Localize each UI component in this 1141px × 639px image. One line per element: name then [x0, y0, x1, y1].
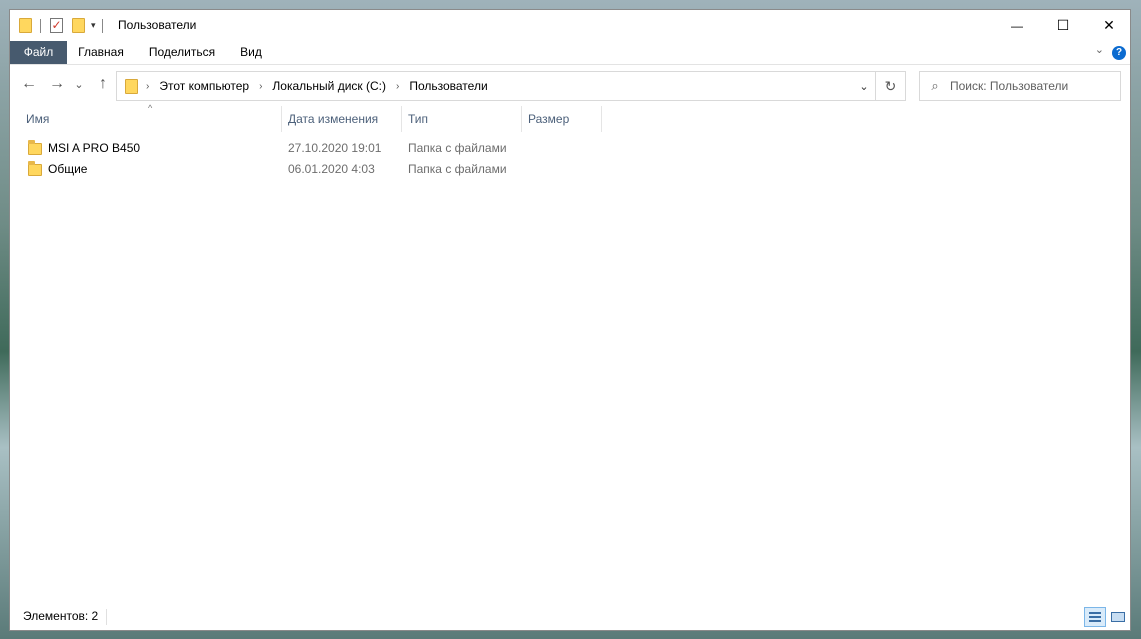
- tab-view[interactable]: Вид: [234, 41, 268, 64]
- file-name-cell: MSI A PRO B450: [28, 138, 140, 159]
- file-name: MSI A PRO B450: [48, 141, 141, 155]
- column-header-size[interactable]: Размер: [522, 106, 602, 132]
- large-icons-view-button[interactable]: [1107, 607, 1129, 627]
- status-bar: Элементов: 2: [10, 604, 1130, 630]
- refresh-button[interactable]: ↻: [875, 72, 905, 100]
- address-history-dropdown[interactable]: ⌄: [853, 72, 875, 100]
- forward-arrow-icon: →: [49, 75, 65, 92]
- details-view-icon: [1089, 612, 1101, 622]
- tab-file[interactable]: Файл: [10, 41, 67, 64]
- breadcrumb-local-disk[interactable]: Локальный диск (C:): [272, 79, 386, 93]
- location-folder-icon: [125, 78, 138, 94]
- back-button[interactable]: ←: [18, 71, 40, 97]
- minimize-button[interactable]: —: [994, 10, 1040, 41]
- details-view-button[interactable]: [1084, 607, 1106, 627]
- file-date: 06.01.2020 4:03: [288, 162, 375, 176]
- maximize-icon: ☐: [1056, 17, 1070, 33]
- file-date: 27.10.2020 19:01: [288, 141, 382, 155]
- close-icon: ✕: [1103, 17, 1115, 33]
- recent-locations-button[interactable]: ⌄: [72, 71, 86, 97]
- file-name: Общие: [48, 162, 88, 176]
- file-row[interactable]: Общие 06.01.2020 4:03 Папка с файлами: [24, 159, 524, 180]
- forward-button[interactable]: →: [46, 71, 68, 97]
- large-icons-view-icon: [1111, 612, 1125, 622]
- new-folder-icon[interactable]: [72, 18, 85, 33]
- tab-home[interactable]: Главная: [72, 41, 130, 64]
- folder-icon: [28, 160, 42, 176]
- expand-ribbon-icon[interactable]: ⌄: [1095, 43, 1104, 56]
- column-header-date[interactable]: Дата изменения: [282, 106, 402, 132]
- title-bar: ✓ ▾ Пользователи — ☐ ✕: [10, 10, 1130, 41]
- column-headers: Имя Дата изменения Тип Размер: [10, 106, 1130, 132]
- chevron-right-icon[interactable]: ›: [259, 81, 262, 92]
- folder-icon: [19, 18, 32, 33]
- breadcrumb-this-pc[interactable]: Этот компьютер: [159, 79, 249, 93]
- chevron-down-icon: ⌄: [859, 80, 869, 93]
- file-name-cell: Общие: [28, 159, 87, 180]
- folder-icon: [28, 139, 42, 155]
- file-row[interactable]: MSI A PRO B450 27.10.2020 19:01 Папка с …: [24, 138, 524, 159]
- breadcrumb-users[interactable]: Пользователи: [409, 79, 487, 93]
- chevron-right-icon[interactable]: ›: [396, 81, 399, 92]
- chevron-right-icon[interactable]: ›: [146, 81, 149, 92]
- file-type: Папка с файлами: [408, 162, 507, 176]
- minimize-icon: —: [1011, 18, 1023, 33]
- navigation-bar: ← → ⌄ ↑ › Этот компьютер › Локальный дис…: [10, 65, 1130, 105]
- sort-ascending-icon: ^: [148, 103, 153, 113]
- column-header-type[interactable]: Тип: [402, 106, 522, 132]
- maximize-button[interactable]: ☐: [1040, 10, 1086, 41]
- help-icon[interactable]: ?: [1112, 46, 1126, 60]
- properties-icon[interactable]: ✓: [50, 18, 63, 33]
- ribbon-tabs: Файл Главная Поделиться Вид ⌄ ?: [10, 41, 1130, 65]
- back-arrow-icon: ←: [21, 75, 37, 92]
- quick-access-toolbar: ✓ ▾: [19, 10, 103, 41]
- window-title: Пользователи: [118, 18, 197, 32]
- tab-share[interactable]: Поделиться: [140, 41, 224, 64]
- item-count: Элементов: 2: [23, 609, 99, 623]
- explorer-window: ✓ ▾ Пользователи — ☐ ✕ Файл Главная Поде…: [9, 9, 1131, 631]
- toolbar-divider: [40, 18, 41, 33]
- search-box[interactable]: ⌕: [919, 71, 1121, 101]
- customize-toolbar-icon[interactable]: ▾: [91, 20, 96, 31]
- refresh-icon: ↻: [884, 77, 897, 94]
- search-icon: ⌕: [931, 78, 939, 93]
- up-button[interactable]: ↑: [92, 71, 114, 97]
- status-divider: [106, 609, 107, 625]
- search-input[interactable]: [950, 79, 1110, 93]
- address-bar[interactable]: › Этот компьютер › Локальный диск (C:) ›…: [116, 71, 906, 101]
- close-button[interactable]: ✕: [1086, 10, 1132, 41]
- file-type: Папка с файлами: [408, 141, 507, 155]
- toolbar-divider: [101, 18, 103, 33]
- chevron-down-icon: ⌄: [74, 78, 84, 91]
- up-arrow-icon: ↑: [99, 75, 107, 92]
